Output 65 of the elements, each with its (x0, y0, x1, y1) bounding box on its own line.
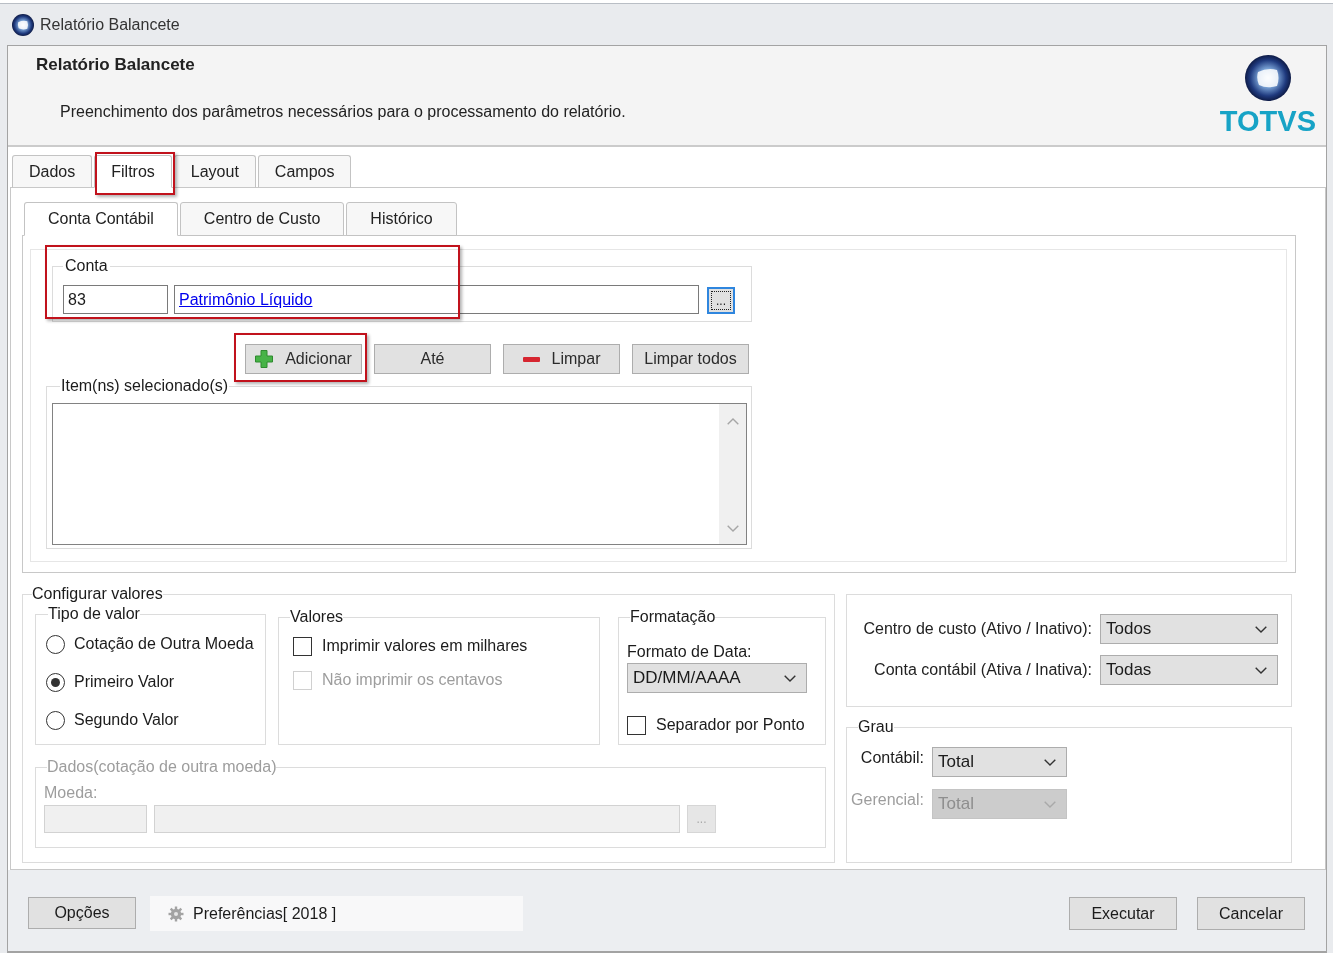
radio-button[interactable] (46, 672, 65, 692)
chevron-down-icon (726, 525, 739, 532)
dropdown[interactable]: Total (932, 747, 1067, 777)
preferences-label: Preferências[ 2018 ] (193, 904, 337, 923)
chevron-down-icon (784, 674, 796, 682)
plus-icon (255, 350, 274, 368)
tab[interactable]: Centro de Custo (179, 202, 345, 236)
remove-button[interactable]: Limpar (503, 344, 620, 374)
radio-button[interactable] (46, 634, 65, 654)
group-label: Configurar valores (32, 585, 163, 603)
execute-button[interactable]: Executar (1069, 897, 1177, 930)
minus-icon (522, 356, 540, 362)
browse-button[interactable]: ... (707, 287, 735, 314)
checkbox[interactable] (627, 715, 646, 735)
option-label: Não imprimir os centavos (322, 671, 503, 689)
dropdown[interactable]: Todas (1100, 655, 1278, 685)
group-label: Formatação (630, 608, 716, 626)
chevron-down-icon (1255, 625, 1267, 633)
tab[interactable]: Histórico (346, 202, 457, 236)
option-label: Primeiro Valor (74, 673, 175, 691)
cancel-button[interactable]: Cancelar (1197, 897, 1305, 930)
tab[interactable]: Conta Contábil (24, 202, 178, 236)
option-label: Separador por Ponto (656, 716, 805, 734)
tab[interactable]: Dados (12, 155, 93, 188)
dropdown[interactable]: Todos (1100, 614, 1278, 644)
action-button[interactable]: Limpar todos (632, 344, 749, 374)
options-button[interactable]: Opções (28, 897, 136, 929)
chevron-up-icon (726, 418, 739, 425)
tab[interactable]: Filtros (94, 155, 172, 188)
group-label: Tipo de valor (48, 605, 140, 623)
field-label: Moeda: (44, 784, 98, 802)
group-label: Item(ns) selecionado(s) (60, 377, 230, 395)
field-label: Gerencial: (851, 790, 924, 810)
logo-text: TOTVS (1219, 107, 1316, 135)
radio-button[interactable] (46, 710, 65, 730)
field-label: Centro de custo (Ativo / Inativo): (863, 620, 1092, 638)
window-title: Relatório Balancete (40, 15, 180, 34)
scrollbar[interactable] (719, 404, 746, 544)
option-label: Imprimir valores em milhares (322, 637, 528, 655)
gear-icon (168, 905, 184, 922)
option-label: Segundo Valor (74, 711, 179, 729)
group-label: Valores (290, 608, 344, 626)
form-title: Relatório Balancete (36, 55, 195, 75)
description-field[interactable]: Patrimônio Líquido (174, 285, 699, 314)
sphere-icon (1244, 55, 1291, 101)
dropdown[interactable]: DD/MM/AAAA (627, 663, 807, 693)
chevron-down-icon (1044, 800, 1056, 808)
account-code-field[interactable]: 83 (63, 285, 168, 314)
field-label: Contábil: (860, 748, 924, 768)
add-button[interactable]: Adicionar (245, 344, 362, 374)
chevron-down-icon (1044, 758, 1056, 766)
group-label: Conta (64, 257, 109, 275)
account-link[interactable]: Patrimônio Líquido (179, 291, 313, 308)
sphere-icon (12, 13, 34, 36)
field-label: Formato de Data: (627, 643, 752, 661)
group-label: Grau (858, 718, 894, 736)
action-button[interactable]: Até (374, 344, 491, 374)
chevron-down-icon (1255, 666, 1267, 674)
group-label: Dados(cotação de outra moeda) (47, 758, 277, 776)
form-description: Preenchimento dos parâmetros necessários para o processamento do relatório. (60, 102, 626, 122)
option-label: Cotação de Outra Moeda (74, 635, 254, 653)
tab[interactable]: Layout (173, 155, 256, 188)
field-label: Conta contábil (Ativa / Inativa): (874, 661, 1092, 679)
tab[interactable]: Campos (257, 155, 352, 188)
checkbox[interactable] (293, 636, 312, 656)
